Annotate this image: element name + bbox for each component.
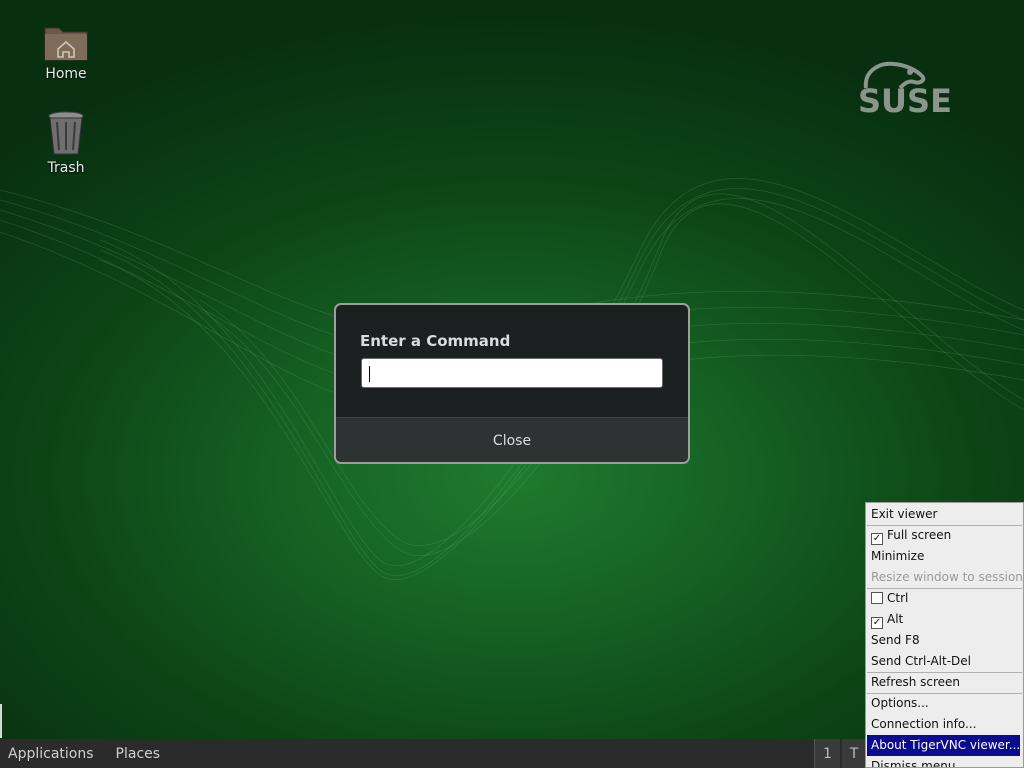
menu-item-alt[interactable]: ✓ Alt bbox=[867, 609, 1022, 630]
menu-item-label: Options... bbox=[871, 696, 929, 710]
workspace-switcher[interactable]: 1 bbox=[814, 739, 840, 768]
menu-item-resize-window: Resize window to session bbox=[867, 567, 1023, 588]
menu-item-label: Full screen bbox=[887, 528, 952, 542]
command-input[interactable] bbox=[361, 358, 663, 388]
trash-icon-label: Trash bbox=[47, 160, 85, 176]
checkbox-checked-icon: ✓ bbox=[871, 617, 883, 629]
menu-item-label: Refresh screen bbox=[871, 675, 961, 689]
home-folder-icon bbox=[44, 27, 88, 61]
vnc-context-menu: Exit viewer ✓ Full screen Minimize Resize… bbox=[865, 502, 1024, 768]
panel-item-t-label: T bbox=[849, 745, 859, 762]
menu-item-ctrl[interactable]: Ctrl bbox=[867, 588, 1022, 609]
places-menu[interactable]: Places bbox=[108, 746, 169, 762]
menu-item-options[interactable]: Options... bbox=[867, 693, 1022, 714]
menu-item-label: Ctrl bbox=[887, 591, 909, 605]
trash-icon bbox=[48, 111, 84, 155]
workspace-number: 1 bbox=[823, 745, 832, 762]
suse-logo-text: SUSE bbox=[858, 82, 952, 120]
menu-item-exit-viewer[interactable]: Exit viewer bbox=[867, 504, 1022, 525]
suse-logo: SUSE bbox=[858, 58, 980, 120]
panel-edge bbox=[0, 704, 2, 738]
menu-item-send-ctrl-alt-del[interactable]: Send Ctrl-Alt-Del bbox=[867, 651, 1022, 672]
menu-item-label: Resize window to session bbox=[871, 570, 1023, 584]
menu-item-label: Send F8 bbox=[871, 633, 920, 647]
menu-item-refresh-screen[interactable]: Refresh screen bbox=[867, 672, 1022, 693]
home-icon-label: Home bbox=[45, 66, 87, 82]
checkbox-checked-icon: ✓ bbox=[871, 533, 883, 545]
dialog-title: Enter a Command bbox=[360, 332, 511, 350]
menu-item-dismiss-menu[interactable]: Dismiss menu bbox=[867, 756, 1022, 768]
menu-item-send-f8[interactable]: Send F8 bbox=[867, 630, 1022, 651]
run-command-dialog: Enter a Command Close bbox=[334, 303, 690, 464]
menu-item-connection-info[interactable]: Connection info... bbox=[867, 714, 1022, 735]
close-button-label: Close bbox=[492, 433, 532, 449]
desktop-icon-trash[interactable]: Trash bbox=[26, 110, 106, 176]
menu-item-label: Dismiss menu bbox=[871, 759, 956, 768]
menu-item-about-tigervnc[interactable]: About TigerVNC viewer... bbox=[867, 735, 1020, 756]
text-cursor bbox=[369, 366, 370, 382]
menu-item-label: Minimize bbox=[871, 549, 925, 563]
checkbox-unchecked-icon bbox=[871, 592, 883, 604]
menu-item-minimize[interactable]: Minimize bbox=[867, 546, 1022, 567]
menu-item-full-screen[interactable]: ✓ Full screen bbox=[867, 525, 1022, 546]
menu-item-label: About TigerVNC viewer... bbox=[871, 738, 1021, 752]
menu-item-label: Exit viewer bbox=[871, 507, 938, 521]
menu-item-label: Connection info... bbox=[871, 717, 977, 731]
applications-menu[interactable]: Applications bbox=[0, 746, 102, 762]
panel-item-t[interactable]: T bbox=[842, 739, 866, 768]
menu-item-label: Alt bbox=[887, 612, 904, 626]
menu-item-label: Send Ctrl-Alt-Del bbox=[871, 654, 971, 668]
desktop-icon-home[interactable]: Home bbox=[26, 22, 106, 82]
close-button[interactable]: Close bbox=[336, 417, 688, 462]
